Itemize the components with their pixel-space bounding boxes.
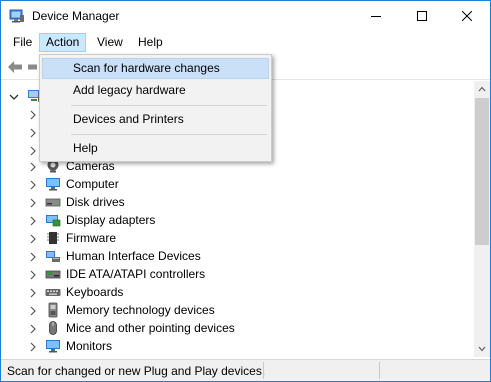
forward-arrow-icon bbox=[28, 64, 37, 70]
chevron-right-icon[interactable] bbox=[29, 341, 37, 355]
forward-button[interactable] bbox=[28, 60, 38, 77]
status-divider bbox=[263, 362, 264, 379]
scroll-up-button[interactable] bbox=[474, 81, 490, 97]
menu-bar: File Action View Help bbox=[1, 31, 490, 53]
tree-item-label: IDE ATA/ATAPI controllers bbox=[66, 267, 206, 281]
chevron-right-icon[interactable] bbox=[29, 251, 37, 265]
menu-help[interactable]: Help bbox=[131, 33, 170, 52]
menu-item-add-legacy-hardware[interactable]: Add legacy hardware bbox=[42, 80, 269, 101]
menu-view[interactable]: View bbox=[90, 33, 130, 52]
device-manager-window: Device Manager File Action View Help Cam… bbox=[0, 0, 491, 382]
tree-item-memory-devices[interactable]: Memory technology devices bbox=[1, 301, 471, 319]
tree-item-label: Keyboards bbox=[66, 285, 124, 299]
tree-item-firmware[interactable]: Firmware bbox=[1, 229, 471, 247]
vertical-scrollbar[interactable] bbox=[474, 81, 490, 357]
chevron-right-icon[interactable] bbox=[29, 287, 37, 301]
monitor-icon bbox=[45, 338, 61, 354]
tree-item-label: Display adapters bbox=[66, 213, 156, 227]
minimize-button[interactable] bbox=[353, 1, 399, 31]
memory-device-icon bbox=[45, 302, 61, 318]
chevron-right-icon[interactable] bbox=[29, 197, 37, 211]
chevron-right-icon[interactable] bbox=[29, 179, 37, 193]
tree-item-display-adapters[interactable]: Display adapters bbox=[1, 211, 471, 229]
maximize-icon bbox=[417, 11, 427, 21]
status-divider bbox=[379, 362, 380, 379]
tree-item-label: Mice and other pointing devices bbox=[66, 321, 235, 335]
status-bar: Scan for changed or new Plug and Play de… bbox=[1, 359, 490, 381]
chevron-right-icon[interactable] bbox=[29, 127, 37, 141]
tree-item-hid[interactable]: Human Interface Devices bbox=[1, 247, 471, 265]
tree-item-label: Disk drives bbox=[66, 195, 125, 209]
computer-icon bbox=[45, 176, 61, 192]
disk-drive-icon bbox=[45, 194, 61, 210]
tree-item-mice[interactable]: Mice and other pointing devices bbox=[1, 319, 471, 337]
display-adapter-icon bbox=[45, 212, 61, 228]
menu-item-help[interactable]: Help bbox=[42, 138, 269, 159]
title-bar: Device Manager bbox=[1, 1, 490, 31]
menu-file[interactable]: File bbox=[6, 33, 39, 52]
tree-item-label: Firmware bbox=[66, 231, 116, 245]
close-button[interactable] bbox=[444, 1, 490, 31]
menu-action[interactable]: Action bbox=[39, 33, 87, 52]
chevron-up-icon bbox=[478, 86, 486, 92]
chevron-right-icon[interactable] bbox=[29, 269, 37, 283]
menu-item-devices-and-printers[interactable]: Devices and Printers bbox=[42, 109, 269, 130]
chevron-right-icon[interactable] bbox=[29, 109, 37, 123]
tree-item-label: Human Interface Devices bbox=[66, 249, 201, 263]
minimize-icon bbox=[371, 16, 381, 17]
chevron-right-icon[interactable] bbox=[29, 233, 37, 247]
chevron-right-icon[interactable] bbox=[29, 161, 37, 175]
maximize-button[interactable] bbox=[399, 1, 445, 31]
chevron-down-icon bbox=[478, 346, 486, 352]
chevron-down-icon[interactable] bbox=[9, 91, 19, 105]
chevron-right-icon[interactable] bbox=[29, 323, 37, 337]
scroll-down-button[interactable] bbox=[474, 341, 490, 357]
ide-controller-icon bbox=[45, 266, 61, 282]
chevron-right-icon[interactable] bbox=[29, 305, 37, 319]
hid-icon bbox=[45, 248, 61, 264]
keyboard-icon bbox=[45, 284, 61, 300]
tree-item-label: Computer bbox=[66, 177, 119, 191]
tree-item-disk-drives[interactable]: Disk drives bbox=[1, 193, 471, 211]
close-icon bbox=[462, 11, 472, 21]
chevron-right-icon[interactable] bbox=[29, 215, 37, 229]
status-text: Scan for changed or new Plug and Play de… bbox=[7, 364, 266, 378]
menu-separator bbox=[71, 134, 267, 135]
tree-item-ide-controllers[interactable]: IDE ATA/ATAPI controllers bbox=[1, 265, 471, 283]
menu-separator bbox=[71, 105, 267, 106]
tree-item-keyboards[interactable]: Keyboards bbox=[1, 283, 471, 301]
firmware-chip-icon bbox=[45, 230, 61, 246]
tree-item-computer[interactable]: Computer bbox=[1, 175, 471, 193]
action-menu-dropdown: Scan for hardware changes Add legacy har… bbox=[39, 54, 272, 162]
tree-item-label: Memory technology devices bbox=[66, 303, 215, 317]
mouse-icon bbox=[45, 320, 61, 336]
back-arrow-icon bbox=[8, 61, 22, 73]
back-button[interactable] bbox=[7, 60, 23, 77]
tree-item-monitors[interactable]: Monitors bbox=[1, 337, 471, 355]
window-title: Device Manager bbox=[32, 9, 120, 23]
tree-item-label: Monitors bbox=[66, 339, 113, 353]
device-manager-app-icon bbox=[9, 9, 25, 23]
scroll-thumb[interactable] bbox=[475, 98, 489, 245]
menu-item-scan-hardware[interactable]: Scan for hardware changes bbox=[42, 58, 269, 79]
